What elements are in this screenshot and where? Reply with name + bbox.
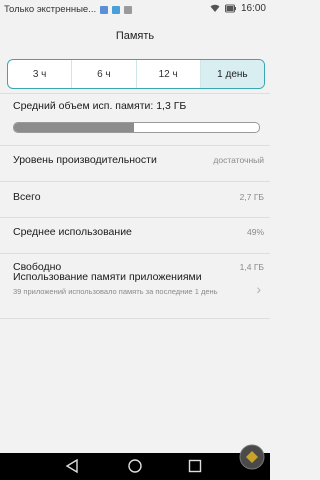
divider	[0, 318, 270, 319]
average-usage-value: 49%	[246, 227, 264, 237]
battery-icon	[224, 4, 236, 13]
status-time: 16:00	[240, 3, 266, 14]
tab-6h[interactable]: 6 ч	[72, 60, 137, 88]
back-icon[interactable]	[64, 457, 82, 475]
status-bar: Только экстренные... 16:00	[0, 0, 270, 19]
page-title: Память	[115, 30, 155, 42]
watermark-logo	[239, 444, 265, 470]
memory-usage-bar-fill	[14, 123, 135, 132]
app-memory-usage-item[interactable]: Использование памяти приложениями 39 при…	[13, 271, 243, 297]
average-memory-label: Средний объем исп. памяти: 1,3 ГБ	[13, 100, 187, 112]
memory-usage-bar	[13, 122, 260, 133]
notification-icon-blue-2	[112, 5, 121, 14]
average-usage-label: Среднее использование	[13, 226, 132, 238]
free-value: 1,4 ГБ	[239, 262, 264, 272]
total-label: Всего	[13, 191, 41, 203]
performance-value: достаточный	[213, 155, 264, 165]
total-value: 2,7 ГБ	[239, 192, 264, 202]
notification-text: Только экстренные...	[4, 4, 97, 15]
navigation-bar	[0, 453, 270, 480]
status-left: Только экстренные...	[4, 4, 133, 15]
divider	[0, 253, 270, 254]
divider	[0, 93, 270, 94]
divider	[0, 181, 270, 182]
average-usage-row: Среднее использование 49%	[13, 226, 264, 238]
home-icon[interactable]	[126, 457, 144, 475]
divider	[0, 145, 270, 146]
tab-12h[interactable]: 12 ч	[137, 60, 201, 88]
app-memory-usage-title: Использование памяти приложениями	[13, 271, 202, 283]
wifi-icon	[210, 4, 220, 12]
performance-row: Уровень производительности достаточный	[13, 154, 264, 166]
chevron-right-icon: ›	[256, 281, 261, 297]
notification-icon-grey	[124, 5, 133, 14]
app-memory-usage-description: 39 приложений использовало память за пос…	[13, 287, 218, 296]
performance-label: Уровень производительности	[13, 154, 157, 166]
recents-icon[interactable]	[186, 457, 204, 475]
tab-3h[interactable]: 3 ч	[8, 60, 73, 88]
tab-1day[interactable]: 1 день	[200, 60, 264, 88]
total-row: Всего 2,7 ГБ	[13, 191, 264, 203]
status-right: 16:00	[210, 3, 266, 14]
divider	[0, 217, 270, 218]
time-range-tabs: 3 ч 6 ч 12 ч 1 день	[7, 59, 265, 89]
notification-icon-blue	[100, 5, 109, 14]
